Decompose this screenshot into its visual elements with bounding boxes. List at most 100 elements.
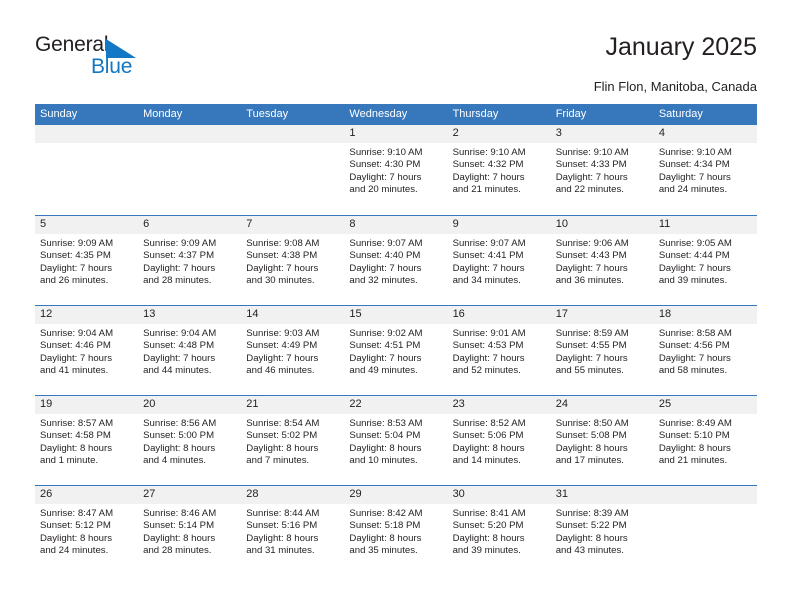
sunrise-text: Sunrise: 9:10 AM [555,147,629,158]
sunset-text: Sunset: 4:33 PM [555,159,627,171]
calendar-day-cell[interactable]: 5 Sunrise: 9:09 AM Sunset: 4:35 PM Daylight… [35,216,139,305]
calendar-day-cell[interactable]: 29 Sunrise: 8:42 AM Sunset: 5:18 PM Dayligh… [344,486,448,575]
day-number: 21 [241,396,345,414]
sunset-text: Sunset: 4:34 PM [658,159,730,171]
day-number: 8 [344,216,448,234]
day-number: 31 [550,486,654,504]
sunset-text: Sunset: 5:10 PM [658,430,730,442]
daylight-text-line1: Daylight: 8 hours [40,442,112,454]
calendar-day-cell[interactable]: 12 Sunrise: 9:04 AM Sunset: 4:46 PM Dayligh… [35,306,139,395]
calendar-day-cell[interactable]: 30 Sunrise: 8:41 AM Sunset: 5:20 PM Dayligh… [447,486,551,575]
day-number: 17 [550,306,654,324]
sunrise-text: Sunrise: 8:58 AM [658,328,732,339]
sunrise-text: Sunrise: 9:07 AM [452,238,526,249]
day-sun-info: Sunrise: 9:07 AM Sunset: 4:40 PM Daylight:… [344,234,447,288]
calendar-day-cell[interactable]: 24 Sunrise: 8:50 AM Sunset: 5:08 PM Dayligh… [550,396,654,485]
calendar-day-cell[interactable]: 19 Sunrise: 8:57 AM Sunset: 4:58 PM Dayligh… [35,396,139,485]
day-sun-info: Sunrise: 9:04 AM Sunset: 4:46 PM Daylight:… [35,324,138,378]
daylight-text-line1: Daylight: 8 hours [349,442,422,454]
calendar-day-cell[interactable]: 9 Sunrise: 9:07 AM Sunset: 4:41 PM Daylight… [447,216,551,305]
weekday-header-monday: Monday [143,108,183,120]
day-number: 10 [550,216,654,234]
daylight-text-line1: Daylight: 7 hours [40,262,112,274]
day-number: 27 [138,486,242,504]
sunrise-text: Sunrise: 9:05 AM [658,238,732,249]
calendar-day-cell[interactable]: 16 Sunrise: 9:01 AM Sunset: 4:53 PM Dayligh… [447,306,551,395]
calendar-week-row: 19 Sunrise: 8:57 AM Sunset: 4:58 PM Dayligh… [35,395,757,485]
calendar-day-cell[interactable]: 22 Sunrise: 8:53 AM Sunset: 5:04 PM Dayligh… [344,396,448,485]
daylight-text-line2: and 35 minutes. [349,545,418,557]
sunrise-text: Sunrise: 8:59 AM [555,328,629,339]
daylight-text-line1: Daylight: 7 hours [452,262,525,274]
calendar-day-cell[interactable]: 10 Sunrise: 9:06 AM Sunset: 4:43 PM Dayligh… [550,216,654,305]
calendar-day-cell[interactable]: 26 Sunrise: 8:47 AM Sunset: 5:12 PM Dayligh… [35,486,139,575]
calendar-day-cell[interactable]: 11 Sunrise: 9:05 AM Sunset: 4:44 PM Dayligh… [653,216,757,305]
calendar-day-cell[interactable]: 2 Sunrise: 9:10 AM Sunset: 4:32 PM Daylight… [447,125,551,215]
general-blue-logo[interactable]: General Blue [35,33,225,83]
day-sun-info: Sunrise: 9:02 AM Sunset: 4:51 PM Daylight:… [344,324,447,378]
day-sun-info: Sunrise: 8:54 AM Sunset: 5:02 PM Daylight:… [241,414,344,468]
calendar-day-cell[interactable]: 15 Sunrise: 9:02 AM Sunset: 4:51 PM Dayligh… [344,306,448,395]
weekday-header-friday: Friday [555,108,587,120]
day-sun-info: Sunrise: 8:44 AM Sunset: 5:16 PM Daylight:… [241,504,344,558]
sunrise-text: Sunrise: 9:08 AM [246,238,320,249]
calendar-day-cell[interactable]: 3 Sunrise: 9:10 AM Sunset: 4:33 PM Daylight… [550,125,654,215]
daylight-text-line2: and 20 minutes. [349,184,418,196]
weekday-header-row: Sunday Monday Tuesday Wednesday Thursday… [35,104,757,125]
calendar-day-cell[interactable]: 25 Sunrise: 8:49 AM Sunset: 5:10 PM Dayligh… [653,396,757,485]
calendar-day-cell[interactable]: 27 Sunrise: 8:46 AM Sunset: 5:14 PM Dayligh… [138,486,242,575]
daylight-text-line1: Daylight: 7 hours [658,171,731,183]
day-number: 23 [447,396,551,414]
calendar-day-cell[interactable]: 21 Sunrise: 8:54 AM Sunset: 5:02 PM Dayligh… [241,396,345,485]
page-subtitle: Flin Flon, Manitoba, Canada [593,79,757,94]
day-number: 19 [35,396,139,414]
sunset-text: Sunset: 4:43 PM [555,250,627,262]
calendar-day-cell[interactable]: 31 Sunrise: 8:39 AM Sunset: 5:22 PM Dayligh… [550,486,654,575]
day-sun-info: Sunrise: 8:42 AM Sunset: 5:18 PM Daylight:… [344,504,447,558]
calendar-day-cell[interactable]: 28 Sunrise: 8:44 AM Sunset: 5:16 PM Dayligh… [241,486,345,575]
sunset-text: Sunset: 4:46 PM [40,340,111,352]
sunrise-text: Sunrise: 9:03 AM [246,328,320,339]
daylight-text-line1: Daylight: 8 hours [452,442,525,454]
daylight-text-line2: and 39 minutes. [452,545,521,557]
daylight-text-line2: and 28 minutes. [143,545,212,557]
daylight-text-line2: and 7 minutes. [246,455,310,467]
day-sun-info: Sunrise: 8:53 AM Sunset: 5:04 PM Daylight:… [344,414,447,468]
daylight-text-line2: and 31 minutes. [246,545,315,557]
day-sun-info: Sunrise: 9:08 AM Sunset: 4:38 PM Daylight:… [241,234,344,288]
day-sun-info: Sunrise: 9:04 AM Sunset: 4:48 PM Daylight:… [138,324,241,378]
daylight-text-line1: Daylight: 7 hours [658,262,731,274]
weekday-header-sunday: Sunday [40,108,78,120]
day-number: 15 [344,306,448,324]
calendar-day-cell[interactable]: 18 Sunrise: 8:58 AM Sunset: 4:56 PM Dayligh… [653,306,757,395]
calendar-day-cell[interactable]: 1 Sunrise: 9:10 AM Sunset: 4:30 PM Daylight… [344,125,448,215]
sunset-text: Sunset: 5:20 PM [452,520,524,532]
calendar-day-cell[interactable]: 8 Sunrise: 9:07 AM Sunset: 4:40 PM Daylight… [344,216,448,305]
day-number: 1 [344,125,448,143]
daylight-text-line1: Daylight: 7 hours [555,262,628,274]
calendar-day-cell-empty [35,125,139,215]
day-sun-info: Sunrise: 8:39 AM Sunset: 5:22 PM Daylight:… [551,504,654,558]
calendar-day-cell[interactable]: 4 Sunrise: 9:10 AM Sunset: 4:34 PM Daylight… [653,125,757,215]
calendar-day-cell[interactable]: 20 Sunrise: 8:56 AM Sunset: 5:00 PM Dayligh… [138,396,242,485]
weekday-header-thursday: Thursday [452,108,499,120]
day-number [653,486,757,504]
day-sun-info: Sunrise: 9:07 AM Sunset: 4:41 PM Daylight:… [448,234,551,288]
calendar-day-cell[interactable]: 7 Sunrise: 9:08 AM Sunset: 4:38 PM Daylight… [241,216,345,305]
calendar-page: General Blue January 2025 Flin Flon, Man… [0,0,792,612]
day-number: 26 [35,486,139,504]
calendar-day-cell[interactable]: 17 Sunrise: 8:59 AM Sunset: 4:55 PM Dayligh… [550,306,654,395]
page-title: January 2025 [605,33,757,61]
day-sun-info: Sunrise: 9:09 AM Sunset: 4:37 PM Daylight:… [138,234,241,288]
calendar-day-cell[interactable]: 6 Sunrise: 9:09 AM Sunset: 4:37 PM Daylight… [138,216,242,305]
sunrise-text: Sunrise: 8:50 AM [555,418,629,429]
calendar-day-cell[interactable]: 13 Sunrise: 9:04 AM Sunset: 4:48 PM Dayligh… [138,306,242,395]
day-number [138,125,242,143]
sunset-text: Sunset: 5:14 PM [143,520,215,532]
calendar-day-cell[interactable]: 14 Sunrise: 9:03 AM Sunset: 4:49 PM Dayligh… [241,306,345,395]
calendar-week-row: 12 Sunrise: 9:04 AM Sunset: 4:46 PM Dayligh… [35,305,757,395]
daylight-text-line1: Daylight: 8 hours [349,532,422,544]
day-sun-info: Sunrise: 9:10 AM Sunset: 4:34 PM Daylight:… [654,143,757,197]
calendar-day-cell[interactable]: 23 Sunrise: 8:52 AM Sunset: 5:06 PM Dayligh… [447,396,551,485]
daylight-text-line2: and 21 minutes. [452,184,521,196]
